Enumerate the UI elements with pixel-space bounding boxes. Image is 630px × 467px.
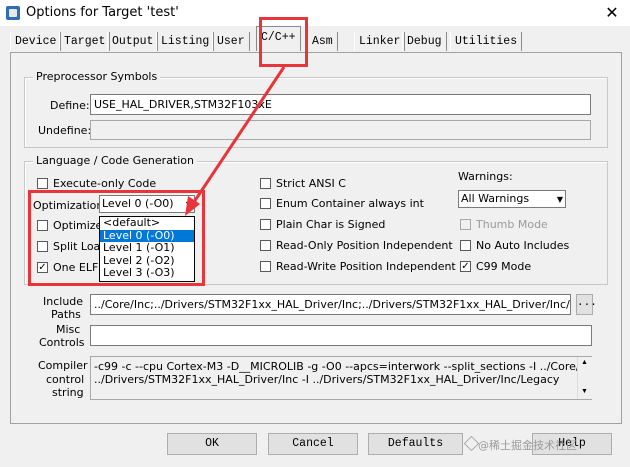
rw-pi-checkbox[interactable] (260, 261, 271, 272)
compiler-control-label-3: string (52, 386, 84, 399)
enum-container-label: Enum Container always int (276, 197, 424, 210)
thumb-mode-checkbox[interactable] (460, 219, 471, 230)
execute-only-label: Execute-only Code (53, 177, 157, 190)
c99-mode-label: C99 Mode (476, 260, 532, 273)
strict-ansi-checkbox[interactable] (260, 178, 271, 189)
tab-target[interactable]: Target (59, 32, 111, 51)
rw-pi-label: Read-Write Position Independent (276, 260, 456, 273)
optimization-option[interactable]: <default> (100, 216, 194, 230)
watermark: @稀土掘金技术社区 (478, 439, 577, 452)
undefine-input[interactable] (90, 120, 591, 140)
misc-controls-label-2: Controls (39, 336, 85, 349)
tab-output[interactable]: Output (107, 32, 159, 51)
browse-include-paths-button[interactable]: ... (576, 294, 597, 315)
tab-debug[interactable]: Debug (402, 32, 447, 51)
close-icon[interactable]: ✕ (600, 3, 624, 23)
no-auto-includes-label: No Auto Includes (476, 239, 570, 252)
chevron-down-icon[interactable]: ▼ (557, 195, 563, 204)
enum-container-checkbox[interactable] (260, 198, 271, 209)
preprocessor-group-title: Preprocessor Symbols (33, 70, 161, 83)
include-paths-label-1: Include (43, 295, 84, 308)
split-load-checkbox[interactable] (37, 241, 48, 252)
c99-mode-checkbox[interactable]: ✓ (460, 261, 471, 272)
options-dialog: Options for Target 'test' ✕ Device Targe… (0, 0, 630, 467)
ok-button[interactable]: OK (167, 433, 257, 455)
optimize-for-time-checkbox[interactable] (37, 220, 48, 231)
include-paths-label-2: Paths (51, 308, 81, 321)
optimization-label: Optimization: (33, 199, 108, 212)
execute-only-checkbox[interactable] (37, 178, 48, 189)
optimization-select[interactable]: Level 0 (-O0) ▼ (99, 195, 195, 213)
no-auto-includes-checkbox[interactable] (460, 240, 471, 251)
ro-pi-label: Read-Only Position Independent (276, 239, 453, 252)
warnings-select[interactable]: All Warnings ▼ (458, 190, 566, 208)
warnings-label: Warnings: (458, 170, 513, 183)
scroll-down-icon[interactable]: ▼ (581, 388, 588, 395)
optimization-dropdown-list: <default> Level 0 (-O0) Level 1 (-O1) Le… (99, 216, 195, 282)
one-elf-checkbox[interactable]: ✓ (37, 262, 48, 273)
misc-controls-label-1: Misc (56, 323, 81, 336)
compiler-control-line: ../Drivers/STM32F1xx_HAL_Driver/Inc -I .… (94, 373, 560, 386)
scroll-up-icon[interactable]: ▲ (581, 359, 588, 366)
window-title: Options for Target 'test' (26, 5, 179, 20)
language-group-title: Language / Code Generation (33, 154, 198, 167)
thumb-mode-label: Thumb Mode (476, 218, 548, 231)
cancel-button[interactable]: Cancel (268, 433, 358, 455)
define-input[interactable]: USE_HAL_DRIVER,STM32F103xE (90, 94, 591, 115)
chevron-down-icon[interactable]: ▼ (186, 200, 192, 209)
compiler-control-scrollbar[interactable]: ▲ ▼ (577, 357, 592, 399)
optimization-option[interactable]: Level 1 (-O1) (100, 241, 194, 255)
undefine-label: Undefine: (38, 124, 92, 137)
tab-linker[interactable]: Linker (354, 32, 406, 51)
app-icon (6, 6, 20, 20)
tab-utilities[interactable]: Utilities (450, 32, 523, 51)
tab-listing[interactable]: Listing (156, 32, 215, 51)
tab-device[interactable]: Device (10, 32, 62, 51)
compiler-control-label-1: Compiler (38, 359, 88, 372)
compiler-control-label-2: control (46, 373, 85, 386)
optimization-value: Level 0 (-O0) (102, 197, 174, 210)
include-paths-input[interactable]: ../Core/Inc;../Drivers/STM32F1xx_HAL_Dri… (90, 294, 571, 315)
defaults-button[interactable]: Defaults (368, 433, 463, 455)
define-label: Define: (50, 99, 90, 112)
compiler-control-string: -c99 -c --cpu Cortex-M3 -D__MICROLIB -g … (90, 356, 592, 400)
warnings-value: All Warnings (461, 192, 530, 205)
misc-controls-input[interactable] (90, 325, 592, 346)
strict-ansi-label: Strict ANSI C (276, 177, 346, 190)
one-elf-label: One ELF (53, 261, 99, 274)
tab-user[interactable]: User (212, 32, 250, 51)
compiler-control-line: -c99 -c --cpu Cortex-M3 -D__MICROLIB -g … (94, 360, 592, 373)
tab-asm[interactable]: Asm (307, 32, 338, 51)
tab-c-cpp[interactable]: C/C++ (256, 26, 301, 51)
plain-char-label: Plain Char is Signed (276, 218, 386, 231)
ro-pi-checkbox[interactable] (260, 240, 271, 251)
plain-char-checkbox[interactable] (260, 219, 271, 230)
watermark-logo-icon (463, 435, 480, 452)
optimization-option[interactable]: Level 3 (-O3) (100, 266, 194, 280)
title-bar: Options for Target 'test' ✕ (0, 0, 630, 26)
